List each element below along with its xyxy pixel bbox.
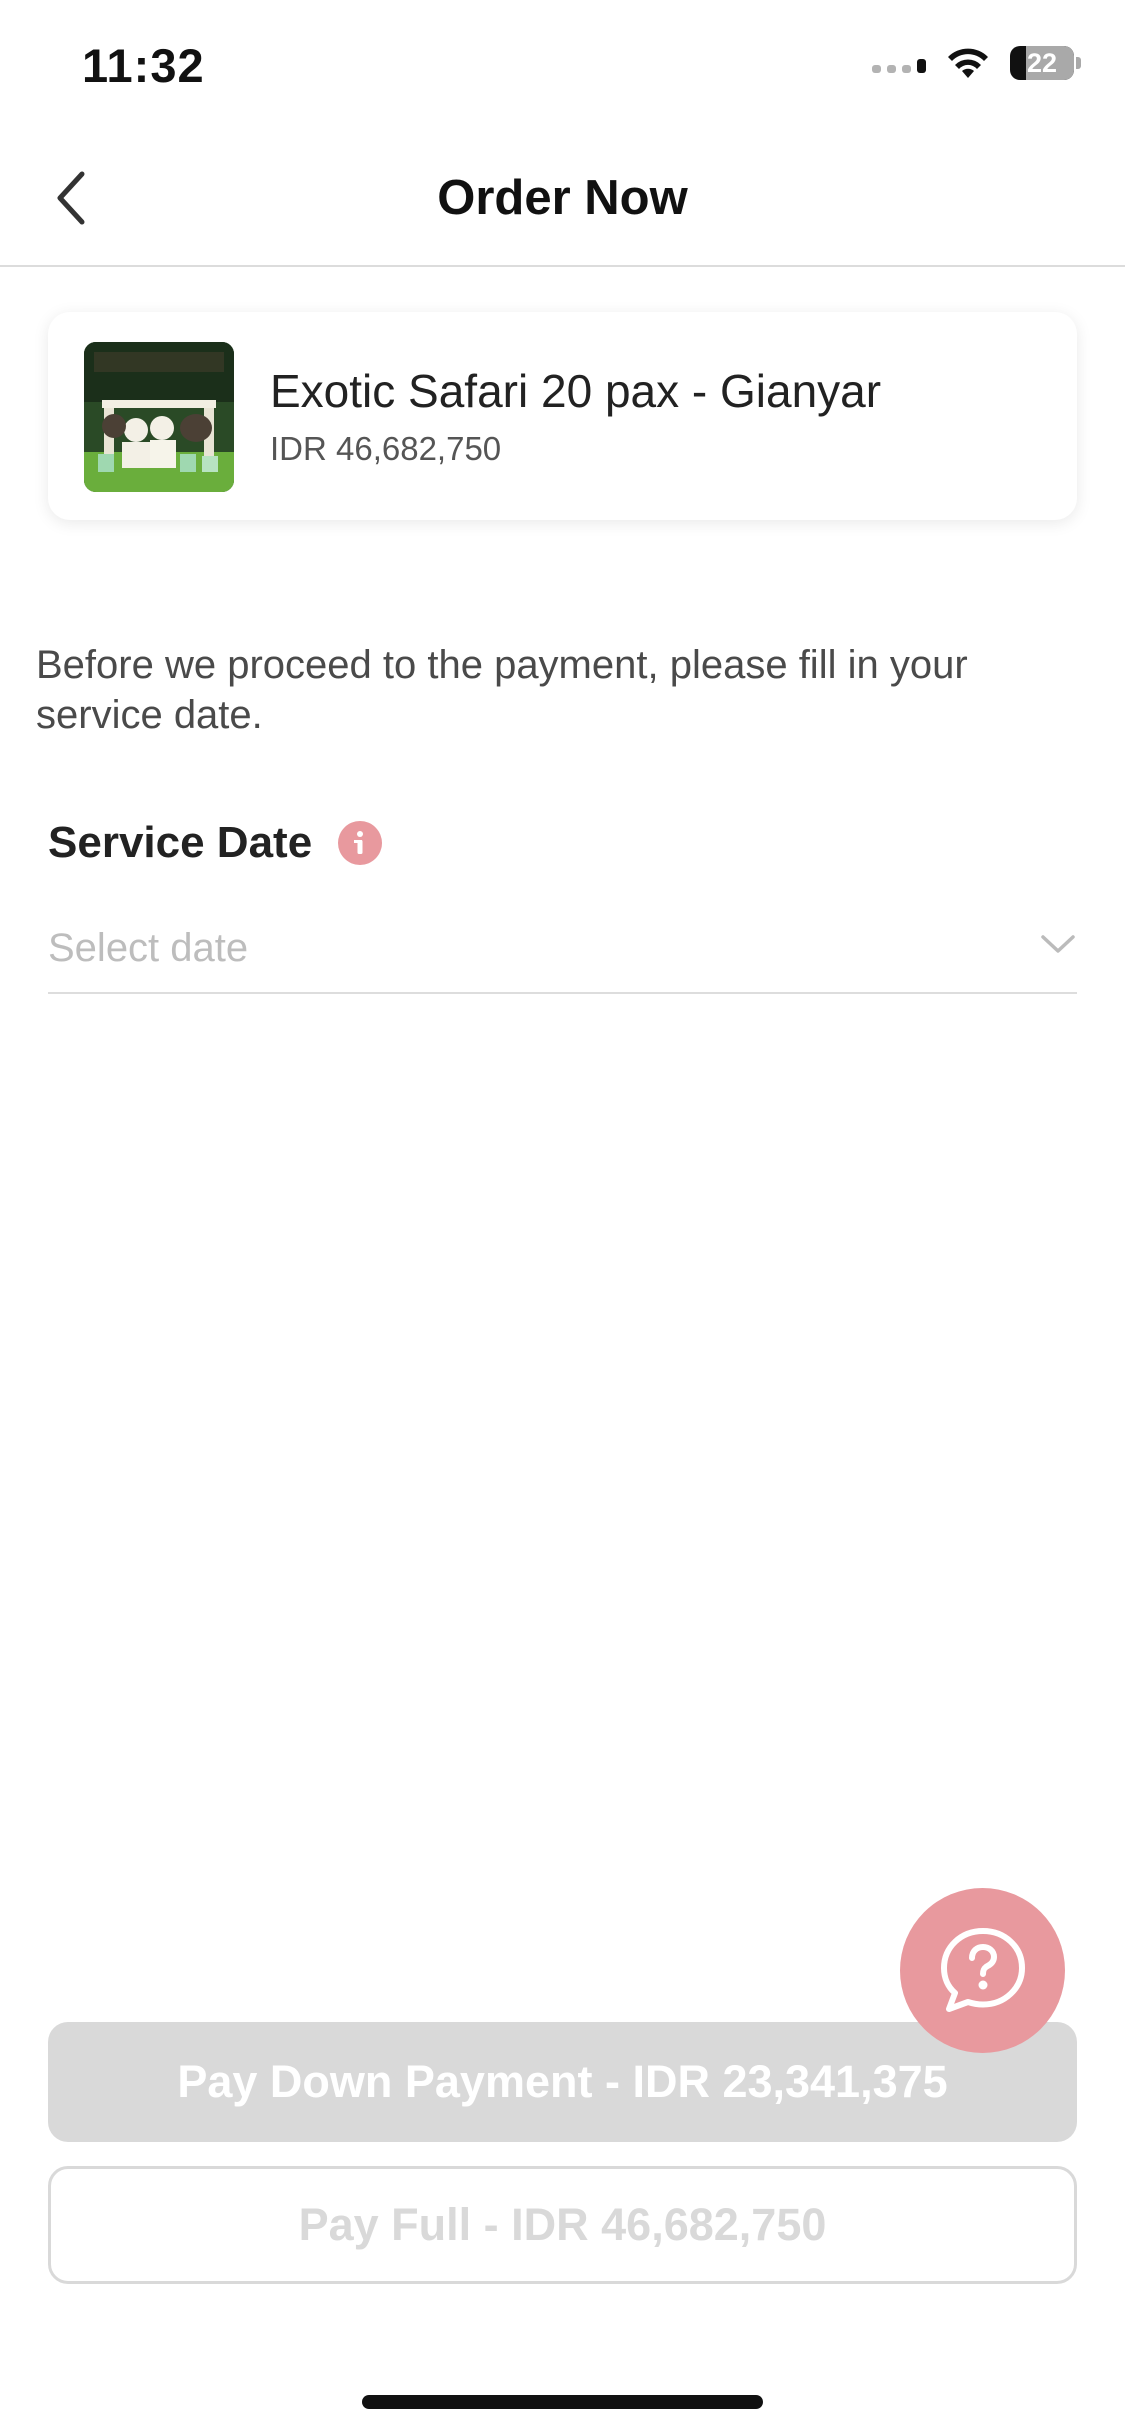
date-placeholder: Select date (48, 926, 249, 970)
battery-percent: 22 (1026, 47, 1058, 78)
cellular-signal-icon (872, 53, 926, 73)
page-title: Order Now (437, 171, 688, 225)
status-time: 11:32 (82, 39, 205, 92)
battery-icon: 22 (1010, 46, 1074, 80)
service-date-label: Service Date (48, 818, 313, 867)
status-icons: 22 (872, 46, 1081, 80)
home-indicator (362, 2395, 763, 2409)
nav-bar: Order Now (0, 140, 1125, 267)
battery-indicator: 22 (1010, 46, 1081, 80)
product-price: IDR 46,682,750 (270, 430, 502, 467)
info-icon[interactable] (338, 821, 383, 865)
help-chat-icon (940, 1927, 1025, 2012)
pay-down-payment-button[interactable]: Pay Down Payment - IDR 23,341,375 (48, 2022, 1077, 2142)
chevron-down-icon (1041, 935, 1075, 953)
product-thumbnail (84, 342, 234, 492)
status-bar: 11:32 22 (0, 0, 1125, 140)
product-name: Exotic Safari 20 pax - Gianyar (270, 365, 882, 417)
instruction-text: Before we proceed to the payment, please… (36, 643, 968, 737)
wifi-icon (948, 48, 988, 78)
pay-full-button[interactable]: Pay Full - IDR 46,682,750 (48, 2166, 1077, 2284)
service-date-label-row: Service Date (48, 818, 383, 868)
product-card[interactable]: Exotic Safari 20 pax - Gianyar IDR 46,68… (48, 312, 1077, 520)
service-date-select[interactable]: Select date (48, 910, 1077, 994)
help-chat-button[interactable] (900, 1888, 1065, 2053)
